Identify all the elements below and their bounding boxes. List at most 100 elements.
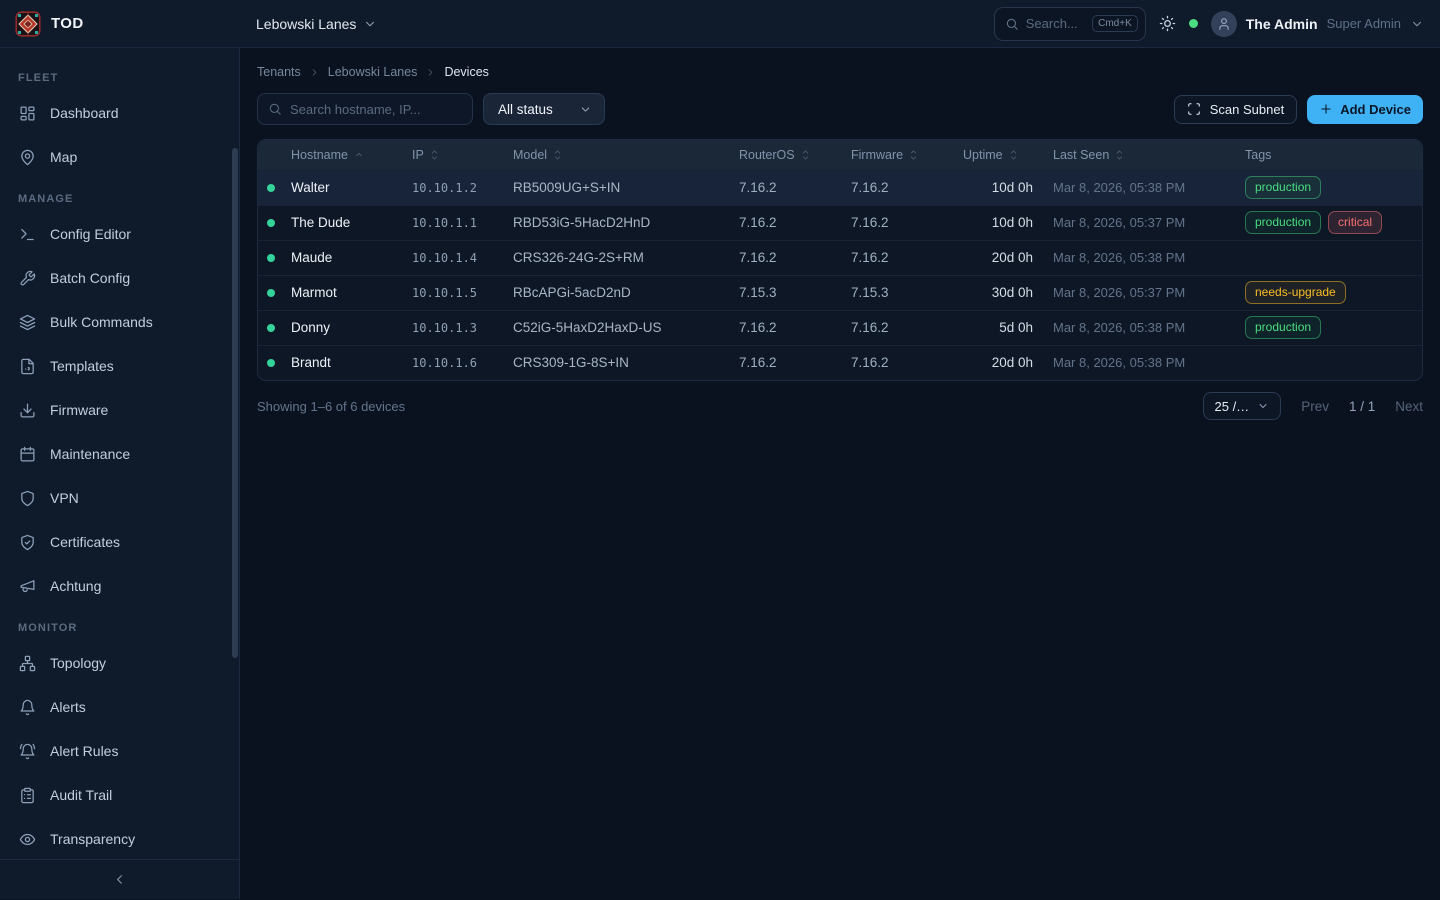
table-header-row: Hostname IP Model RouterOS Firmware Upti… [258,140,1422,170]
cell-routeros: 7.16.2 [739,310,851,345]
global-search[interactable]: Cmd+K [994,7,1146,41]
sidebar-item-label: Alert Rules [50,743,118,759]
eye-icon [18,831,36,848]
cell-routeros: 7.16.2 [739,240,851,275]
chevron-down-icon [1410,17,1424,31]
page-indicator: 1 / 1 [1349,399,1375,414]
tenant-selector[interactable]: Lebowski Lanes [240,16,377,32]
cell-model: RBcAPGi-5acD2nD [513,275,739,310]
cell-routeros: 7.16.2 [739,170,851,205]
page-size-select[interactable]: 25 /… [1203,392,1282,420]
global-search-input[interactable] [1026,16,1085,31]
tag-production: production [1245,176,1321,199]
sidebar-item-topology[interactable]: Topology [0,641,239,685]
rug-logo-icon [15,11,41,37]
cell-model: RBD53iG-5HacD2HnD [513,205,739,240]
sort-icon [1115,149,1124,161]
sidebar-item-batch-config[interactable]: Batch Config [0,256,239,300]
column-ip[interactable]: IP [412,140,513,170]
sidebar-item-certificates[interactable]: Certificates [0,520,239,564]
column-uptime[interactable]: Uptime [963,140,1053,170]
cell-tags [1245,240,1422,275]
sidebar-item-config-editor[interactable]: Config Editor [0,212,239,256]
megaphone-icon [18,578,36,595]
table-controls: All status Scan Subnet Add Device [257,93,1423,125]
sidebar-item-audit-trail[interactable]: Audit Trail [0,773,239,817]
sidebar-item-firmware[interactable]: Firmware [0,388,239,432]
table-row-brandt[interactable]: Brandt 10.10.1.6 CRS309-1G-8S+IN 7.16.2 … [258,345,1422,380]
device-search-input[interactable] [290,102,462,117]
device-search[interactable] [257,93,473,125]
table-footer: Showing 1–6 of 6 devices 25 /… Prev 1 / … [257,392,1423,420]
sidebar-item-alerts[interactable]: Alerts [0,685,239,729]
sidebar-item-label: Bulk Commands [50,314,153,330]
cell-uptime: 5d 0h [963,310,1053,345]
table-row-maude[interactable]: Maude 10.10.1.4 CRS326-24G-2S+RM 7.16.2 … [258,240,1422,275]
bell-icon [18,699,36,716]
sidebar-item-label: Batch Config [50,270,130,286]
sidebar-item-maintenance[interactable]: Maintenance [0,432,239,476]
column-last-seen[interactable]: Last Seen [1053,140,1245,170]
column-routeros[interactable]: RouterOS [739,140,851,170]
cell-tags: productioncritical [1245,205,1422,240]
status-dot-online [267,289,275,297]
section-label-monitor: Monitor [0,622,239,634]
cell-model: CRS326-24G-2S+RM [513,240,739,275]
sidebar-item-achtung[interactable]: Achtung [0,564,239,608]
column-hostname[interactable]: Hostname [291,140,412,170]
sidebar-collapse-button[interactable] [0,859,239,899]
app-logo[interactable]: TOD [0,11,240,37]
status-dot-online [267,184,275,192]
next-page-button[interactable]: Next [1395,399,1423,414]
sidebar-scrollbar[interactable] [232,148,238,658]
theme-toggle-sun-icon[interactable] [1159,15,1176,32]
prev-page-button[interactable]: Prev [1301,399,1329,414]
cell-routeros: 7.15.3 [739,275,851,310]
terminal-icon [18,226,36,243]
sidebar-item-templates[interactable]: Templates [0,344,239,388]
chevron-left-icon [112,872,127,887]
cell-uptime: 10d 0h [963,205,1053,240]
add-device-button[interactable]: Add Device [1307,95,1423,124]
sidebar-item-alert-rules[interactable]: Alert Rules [0,729,239,773]
sort-asc-icon [354,150,364,160]
cell-ip: 10.10.1.1 [412,205,513,240]
avatar [1211,11,1237,37]
sidebar-item-transparency[interactable]: Transparency [0,817,239,859]
sidebar-item-label: Audit Trail [50,787,112,803]
column-model[interactable]: Model [513,140,739,170]
cell-ip: 10.10.1.5 [412,275,513,310]
connection-status-dot [1189,19,1198,28]
wrench-icon [18,270,36,287]
table-row-marmot[interactable]: Marmot 10.10.1.5 RBcAPGi-5acD2nD 7.15.3 … [258,275,1422,310]
status-filter-select[interactable]: All status [483,93,605,125]
sidebar-item-label: Templates [50,358,114,374]
table-row-walter[interactable]: Walter 10.10.1.2 RB5009UG+S+IN 7.16.2 7.… [258,170,1422,205]
column-firmware[interactable]: Firmware [851,140,963,170]
cell-hostname: Walter [291,170,412,205]
tag-production: production [1245,211,1321,234]
cell-ip: 10.10.1.6 [412,345,513,380]
table-row-donny[interactable]: Donny 10.10.1.3 C52iG-5HaxD2HaxD-US 7.16… [258,310,1422,345]
sidebar-item-vpn[interactable]: VPN [0,476,239,520]
sidebar-item-label: Config Editor [50,226,131,242]
sidebar-item-map[interactable]: Map [0,135,239,179]
sidebar-item-label: Topology [50,655,106,671]
pagination: 25 /… Prev 1 / 1 Next [1203,392,1424,420]
sidebar-item-dashboard[interactable]: Dashboard [0,91,239,135]
table-row-the-dude[interactable]: The Dude 10.10.1.1 RBD53iG-5HacD2HnD 7.1… [258,205,1422,240]
calendar-icon [18,446,36,463]
cell-firmware: 7.16.2 [851,310,963,345]
status-dot-online [267,254,275,262]
cell-last-seen: Mar 8, 2026, 05:37 PM [1053,205,1245,240]
sort-icon [553,149,562,161]
cell-model: CRS309-1G-8S+IN [513,345,739,380]
user-menu[interactable]: The Admin Super Admin [1211,11,1424,37]
chevron-down-icon [1257,400,1269,412]
cell-uptime: 20d 0h [963,345,1053,380]
breadcrumb-tenant-name[interactable]: Lebowski Lanes [328,65,418,79]
user-role: Super Admin [1327,16,1401,31]
scan-subnet-button[interactable]: Scan Subnet [1174,95,1297,124]
breadcrumb-tenants[interactable]: Tenants [257,65,301,79]
sidebar-item-bulk-commands[interactable]: Bulk Commands [0,300,239,344]
